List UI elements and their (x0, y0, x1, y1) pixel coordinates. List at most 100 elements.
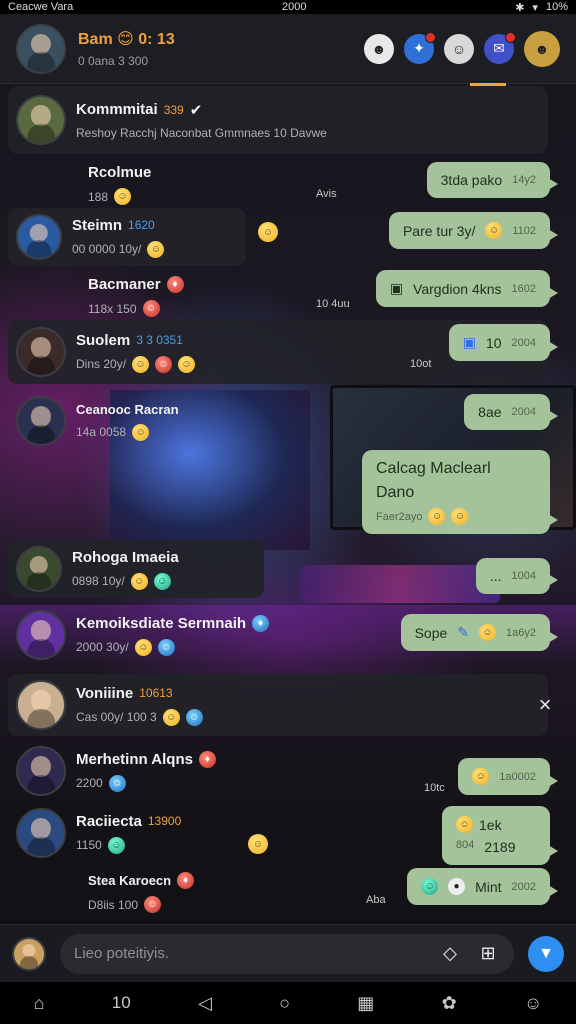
message-bubble[interactable]: ... 1004 (475, 558, 559, 594)
send-icon: ▼ (538, 944, 554, 962)
wifi-icon: ▾ (532, 1, 538, 14)
contact-entry[interactable]: Merhetinn Alqns ♦ 2200 ☺ (8, 740, 228, 802)
message-side-time: 10 4uu (316, 298, 350, 310)
contact-card[interactable]: Steimn 1620 00 0000 10y/ ☺ (8, 208, 246, 266)
message-bubble[interactable]: Sope ✎ ☺ 1a6y2 (400, 614, 559, 651)
pencil-icon: ✎ (457, 624, 470, 640)
avatar (16, 95, 66, 145)
emoji-picker-icon[interactable]: ☺ (524, 993, 542, 1014)
settings-icon[interactable]: ✿ (442, 993, 457, 1014)
message-text: Sope (414, 624, 448, 641)
avatar (16, 396, 66, 446)
contact-card[interactable]: Rohoga Imaeia 0898 10y/ ☺ ☺ (8, 540, 264, 598)
avatar (16, 808, 66, 858)
contact-name: Ceanooc Racran (76, 401, 179, 417)
profile-icon[interactable]: ☻ (364, 33, 394, 64)
message-time: 1a0002 (499, 770, 536, 783)
emoji-icon: ☺ (134, 638, 152, 656)
contact-meta: Reshoy Racchj Naconbat Gmmnaes 10 Davwe (76, 125, 327, 140)
battery-text: 10% (545, 1, 568, 13)
message-side-time: 10ot (410, 358, 432, 370)
emoji-icon: ☺ (428, 508, 446, 525)
avatar (16, 327, 66, 377)
friends-icon[interactable]: ☺ (444, 33, 474, 64)
circle-icon[interactable]: ○ (279, 993, 290, 1014)
fire-icon: ♦ (166, 276, 184, 293)
contact-entry[interactable]: Ceanooc Racran 14a 0058 ☺ (8, 390, 191, 452)
message-bubble[interactable]: Calcag Maclearl Dano Faer2ayo ☺ ☺ (362, 450, 558, 534)
message-text: Vargdion 4kns (413, 280, 502, 297)
message-side-time: Avis (316, 188, 337, 200)
contact-meta: 118x 150 (88, 301, 137, 316)
message-text: ... (489, 568, 502, 584)
message-text: 8ae (478, 404, 502, 420)
avatar (16, 610, 66, 660)
nav-label[interactable]: 10 (112, 993, 131, 1013)
emoji-icon: ☺ (451, 508, 469, 525)
message-text: Pare tur 3y/ (402, 222, 476, 239)
document-icon: ▣ (389, 280, 404, 296)
notification-icon[interactable]: ✦ (404, 31, 436, 64)
message-bubble[interactable]: Pare tur 3y/ ☺ 1102 (388, 212, 559, 249)
tag-icon[interactable]: ◇ (438, 942, 462, 966)
message-bubble[interactable]: ☺ 1a0002 (458, 758, 558, 795)
back-icon[interactable]: ◁ (198, 993, 212, 1014)
message-bubble[interactable]: ▣ 10 2004 (448, 324, 559, 361)
home-icon[interactable]: ⌂ (34, 993, 45, 1014)
close-icon[interactable]: × (534, 694, 556, 716)
contact-meta: 2000 30y/ (76, 640, 129, 654)
avatar (16, 214, 62, 260)
system-navigation: ⌂ 10 ◁ ○ ▦ ✿ ☺ (0, 982, 576, 1024)
contact-entry[interactable]: Kemoiksdiate Sermnaih ♦ 2000 30y/ ☺ ☺ (8, 604, 281, 666)
contact-meta: 2200 (76, 776, 103, 790)
messages-icon[interactable]: ✉ (484, 31, 516, 64)
contact-entry[interactable]: Rcolmue 188 ☺ (70, 158, 163, 211)
message-bubble[interactable]: ▣ Vargdion 4kns 1602 (375, 270, 559, 307)
contact-name: Stea Karoecn (88, 873, 172, 888)
emoji-icon: ☺ (132, 423, 150, 441)
contact-entry[interactable]: Stea Karoecn ♦ D8iis 100 ☺ (70, 866, 206, 919)
contact-meta: D8iis 100 (88, 897, 139, 912)
contact-name: Voniiine (76, 684, 134, 702)
contact-card[interactable]: Kommmitai 339 ✔ Reshoy Racchj Naconbat Gmm… (8, 86, 548, 154)
verified-icon: ✔ (189, 101, 203, 119)
contact-name: Kemoiksdiate Sermnaih (76, 614, 247, 632)
message-input[interactable] (74, 945, 424, 962)
avatar[interactable] (12, 936, 46, 971)
message-time: 2002 (511, 880, 536, 893)
emoji-icon: ☺ (248, 834, 268, 854)
message-bubble[interactable]: 3tda pako 14y2 (426, 162, 559, 198)
messages-badge (505, 31, 516, 43)
contact-name: Suolem (76, 331, 131, 349)
user-avatar-icon[interactable]: ☻ (524, 30, 560, 67)
message-time: 1004 (511, 570, 536, 582)
contact-entry[interactable]: Bacmaner ♦ 118x 150 ☺ (70, 270, 196, 323)
emoji-icon: ☺ (130, 572, 148, 590)
contact-entry[interactable]: Raciiecta 13900 1150 ☺ (8, 802, 193, 864)
keyboard-icon[interactable]: ▦ (357, 993, 374, 1014)
chat-header: Bam 😊 0: 13 0 0ana 3 300 ☻ ✦ ☺ ✉ ☻ (0, 14, 576, 86)
emoji-icon: ☺ (162, 708, 180, 726)
emoji-icon: ☺ (178, 355, 196, 373)
avatar (16, 680, 66, 730)
message-text: 3tda pako (440, 172, 503, 188)
fire-icon: ♦ (198, 750, 216, 768)
contact-name: Merhetinn Alqns (76, 750, 193, 768)
grid-icon[interactable]: ⊞ (476, 942, 500, 966)
message-bubble[interactable]: ☺ ● Mint 2002 (407, 868, 558, 905)
emoji-icon: ☺ (421, 878, 439, 895)
message-input-container[interactable]: ◇ ⊞ (60, 933, 514, 974)
avatar[interactable] (16, 23, 66, 74)
contact-name: Raciiecta (76, 812, 142, 830)
message-bubble[interactable]: 8ae 2004 (464, 394, 558, 430)
contact-name: Bacmaner (88, 276, 161, 293)
emoji-icon: ☺ (258, 222, 278, 242)
level-badge: 13900 (147, 814, 182, 828)
emoji-icon: ☺ (485, 222, 503, 239)
send-button[interactable]: ▼ (528, 935, 564, 972)
contact-card[interactable]: Voniiine 10613 Cas 00y/ 100 3 ☺ ☺ (8, 674, 548, 736)
message-bubble[interactable]: ☺ 1ek 804 2189 (442, 806, 558, 865)
background-keyboard (300, 565, 500, 603)
emoji-icon: ☺ (142, 300, 160, 317)
bluetooth-icon: ✱ (515, 1, 525, 14)
